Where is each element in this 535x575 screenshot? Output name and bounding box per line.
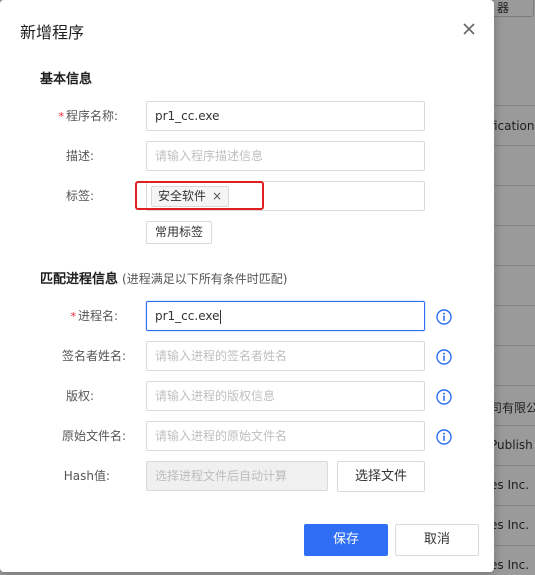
bg-cell-text: fication	[490, 119, 535, 133]
background-button: 器	[492, 0, 534, 17]
common-tags-button[interactable]: 常用标签	[146, 221, 212, 244]
bg-cell-text: Publish	[490, 438, 533, 452]
section-subtitle: (进程满足以下所有条件时匹配)	[122, 272, 288, 286]
section-title-match: 匹配进程信息 (进程满足以下所有条件时匹配)	[40, 268, 287, 287]
copyright-label: 版权:	[65, 389, 94, 403]
original-filename-input[interactable]: 请输入进程的原始文件名	[146, 421, 425, 451]
signer-name-label: 签名者姓名:	[61, 349, 126, 363]
text-caret	[220, 309, 222, 324]
tags-label: 标签:	[65, 189, 94, 203]
section-title-basic: 基本信息	[40, 72, 93, 87]
info-icon[interactable]	[436, 429, 452, 445]
highlight-box	[135, 181, 264, 210]
description-label: 描述:	[65, 149, 94, 163]
bg-cell-text: es Inc.	[490, 478, 530, 492]
info-icon[interactable]	[436, 389, 452, 405]
copyright-input[interactable]: 请输入进程的版权信息	[146, 381, 425, 411]
required-mark: *	[58, 110, 64, 123]
process-name-value: pr1_cc.exe	[155, 309, 220, 323]
program-name-input[interactable]: pr1_cc.exe	[146, 101, 425, 131]
bg-cell-text: es Inc.	[490, 518, 530, 532]
dialog-title: 新增程序	[20, 23, 85, 42]
choose-file-button[interactable]: 选择文件	[337, 461, 425, 492]
description-input[interactable]: 请输入程序描述信息	[146, 141, 425, 171]
save-button[interactable]: 保存	[304, 524, 388, 556]
info-icon[interactable]	[436, 309, 452, 325]
signer-name-input[interactable]: 请输入进程的签名者姓名	[146, 341, 425, 371]
process-name-label-text: 进程名:	[77, 309, 118, 323]
hash-input: 选择进程文件后自动计算	[146, 461, 328, 491]
add-program-dialog: 新增程序 基本信息 * 程序名称: pr1_cc.exe 描述: 请输入程序描述信…	[0, 0, 494, 572]
section-title-match-text: 匹配进程信息	[40, 272, 119, 287]
hash-label: Hash值:	[63, 469, 110, 483]
original-filename-label: 原始文件名:	[61, 429, 126, 443]
program-name-label-text: 程序名称:	[65, 109, 118, 123]
cancel-button[interactable]: 取消	[395, 524, 479, 556]
required-mark: *	[70, 310, 76, 323]
bg-cell-text: es Inc.	[490, 558, 530, 572]
process-name-input[interactable]: pr1_cc.exe	[146, 301, 425, 331]
close-icon[interactable]	[461, 21, 477, 37]
program-name-label: * 程序名称:	[38, 101, 118, 132]
process-name-label: * 进程名:	[38, 301, 118, 332]
info-icon[interactable]	[436, 349, 452, 365]
